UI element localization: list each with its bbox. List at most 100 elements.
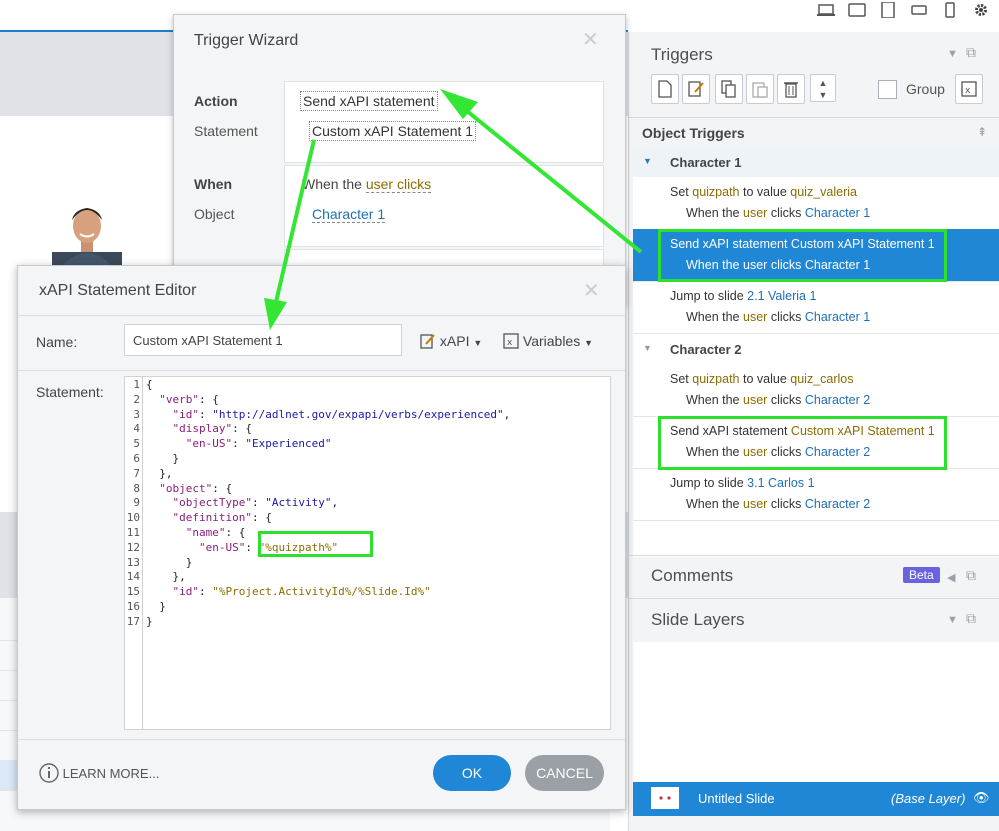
code-line: "name": { [185, 526, 246, 539]
highlight-box [258, 531, 373, 557]
triggers-list: ▼ Character 1 Set quizpath to value quiz… [633, 147, 999, 557]
popout-icon[interactable]: ⧉ [966, 44, 976, 61]
copy-trigger-button[interactable] [715, 74, 743, 104]
new-trigger-button[interactable] [651, 74, 679, 104]
line-number: 13 [126, 555, 140, 569]
expand-icon[interactable]: ▼ [643, 343, 652, 353]
dropdown-arrow-icon: ▼ [473, 338, 483, 348]
eye-icon[interactable]: 👁 [973, 790, 990, 806]
statement-label: Statement [194, 123, 258, 139]
code-line: } [146, 600, 166, 613]
xapi-statement-editor-dialog: xAPI Statement Editor ✕ Name: Custom xAP… [17, 265, 626, 810]
ok-button[interactable]: OK [433, 755, 511, 791]
collapse-icon[interactable]: ▼ [947, 48, 958, 60]
line-number: 16 [126, 600, 140, 613]
delete-trigger-button[interactable] [777, 74, 805, 104]
when-dropdown[interactable]: When the user clicks [302, 176, 432, 193]
statement-code-editor[interactable]: 1 2 3 4 5 6 7 8 9 10 11 12 13 14 15 16 17 { "verb": { "i… [124, 376, 611, 730]
object-label: Object [194, 206, 235, 222]
dropdown-arrow-icon: ▼ [584, 338, 594, 348]
base-layer-label: (Base Layer) [891, 791, 966, 806]
line-number: 12 [126, 540, 140, 554]
line-number: 9 [133, 496, 140, 510]
trigger-item[interactable]: Set quizpath to value quiz_carlos When t… [633, 364, 999, 417]
code-line: "id": "http://adlnet.gov/expapi/verbs/ex… [172, 407, 511, 421]
line-number: 2 [133, 392, 140, 406]
code-line: "id": "%Project.ActivityId%/%Slide.Id%" [172, 585, 431, 599]
popout-icon[interactable]: ⧉ [966, 610, 976, 627]
code-line: "verb": { [159, 392, 219, 406]
statement-label: Statement: [36, 384, 104, 400]
line-number: 1 [133, 378, 140, 391]
trigger-group-character-2[interactable]: ▼ Character 2 [633, 334, 999, 364]
line-number-gutter: 1 2 3 4 5 6 7 8 9 10 11 12 13 14 15 16 17 [125, 377, 143, 729]
action-label: Action [194, 93, 238, 109]
group-checkbox[interactable] [878, 80, 897, 99]
gear-icon[interactable] [972, 2, 990, 18]
line-number: 7 [133, 466, 140, 480]
tablet-portrait-icon[interactable] [879, 1, 897, 19]
close-icon[interactable]: ✕ [582, 27, 599, 52]
dialog-title: xAPI Statement Editor [39, 282, 197, 299]
trigger-item[interactable]: Set quizpath to value quiz_valeria When … [633, 177, 999, 230]
statement-dropdown[interactable]: Custom xAPI Statement 1 [309, 121, 477, 141]
variables-icon: x [503, 333, 519, 349]
object-triggers-heading: Object Triggers [642, 125, 745, 141]
comments-title: Comments [651, 566, 734, 585]
trigger-group-character-1[interactable]: ▼ Character 1 [633, 147, 999, 177]
desktop-icon[interactable] [817, 2, 835, 18]
expand-icon[interactable]: ▼ [643, 156, 652, 166]
collapse-icon[interactable]: ▼ [947, 614, 958, 626]
close-icon[interactable]: ✕ [583, 278, 600, 303]
code-line: }, [146, 570, 186, 584]
line-number: 14 [126, 570, 140, 584]
trigger-item[interactable]: Jump to slide 3.1 Carlos 1 When the user… [633, 468, 999, 521]
slide-layers-title: Slide Layers [651, 610, 745, 629]
object-dropdown[interactable]: Character 1 [312, 206, 386, 223]
popout-icon[interactable]: ⧉ [966, 567, 976, 584]
variables-menu[interactable]: x Variables ▼ [503, 333, 593, 349]
when-label: When [194, 176, 233, 192]
phone-landscape-icon[interactable] [910, 2, 928, 18]
action-dropdown[interactable]: Send xAPI statement [300, 91, 438, 111]
base-layer-row[interactable]: Untitled Slide (Base Layer) 👁 [633, 782, 999, 816]
line-number: 11 [126, 526, 140, 539]
expand-left-icon[interactable]: ◀ [947, 571, 955, 584]
code-line: "definition": { [172, 511, 272, 525]
code-line: { [146, 378, 153, 391]
group-label: Group [906, 81, 945, 97]
cancel-button[interactable]: CANCEL [525, 755, 604, 791]
code-line: } [146, 614, 153, 628]
name-input[interactable]: Custom xAPI Statement 1 [124, 324, 402, 356]
line-number: 17 [126, 614, 140, 628]
paste-trigger-button[interactable] [746, 74, 774, 104]
collapse-all-icon[interactable]: ⇞ [977, 125, 987, 139]
code-line: }, [146, 466, 173, 480]
tablet-landscape-icon[interactable] [848, 2, 866, 18]
slide-thumbnail [651, 787, 679, 809]
phone-portrait-icon[interactable] [941, 2, 959, 18]
divider [18, 315, 625, 316]
triggers-title: Triggers [651, 45, 713, 64]
learn-more-link[interactable]: LEARN MORE... [39, 763, 159, 783]
name-label: Name: [36, 334, 78, 350]
line-number: 6 [133, 452, 140, 465]
slide-name: Untitled Slide [698, 791, 775, 806]
divider [18, 370, 625, 371]
layers-list [633, 642, 999, 782]
code-line: } [146, 555, 193, 569]
line-number: 8 [133, 481, 140, 495]
edit-trigger-button[interactable] [682, 74, 710, 104]
variables-button[interactable]: x [955, 74, 983, 104]
dialog-title: Trigger Wizard [194, 32, 299, 49]
code-line: "display": { [172, 422, 252, 436]
code-line: "en-US": "Experienced" [185, 437, 332, 451]
trigger-item[interactable]: Jump to slide 2.1 Valeria 1 When the use… [633, 281, 999, 334]
move-trigger-updown-button[interactable]: ▲ ▼ [810, 74, 836, 102]
highlight-box [658, 229, 947, 282]
line-number: 10 [126, 511, 140, 525]
character-avatar[interactable] [52, 200, 122, 266]
xapi-menu[interactable]: xAPI ▼ [420, 333, 482, 349]
info-icon [39, 763, 59, 783]
code-line: "objectType": "Activity", [172, 496, 339, 510]
